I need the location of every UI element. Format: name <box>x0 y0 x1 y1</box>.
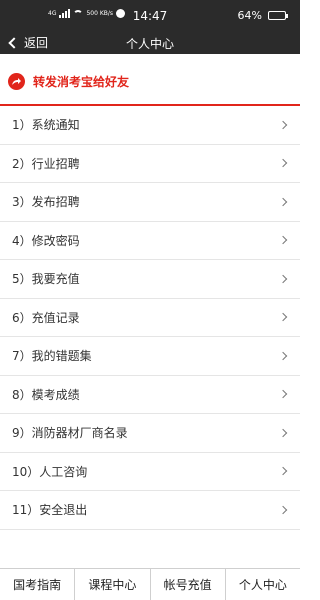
menu-item[interactable]: 6）充值记录 <box>0 299 300 337</box>
menu-item[interactable]: 1）系统通知 <box>0 106 300 145</box>
menu-item[interactable]: 9）消防器材厂商名录 <box>0 414 300 453</box>
nav-bar: 返回 个人中心 <box>0 32 300 54</box>
share-to-friends-row[interactable]: 转发消考宝给好友 <box>0 58 300 106</box>
menu-item[interactable]: 2）行业招聘 <box>0 145 300 183</box>
chevron-right-icon <box>278 159 288 168</box>
chevron-right-icon <box>278 197 288 206</box>
battery-percent: 64% <box>237 9 262 22</box>
chevron-right-icon <box>278 428 288 437</box>
menu-item-label: 2）行业招聘 <box>12 156 80 171</box>
menu-item-label: 3）发布招聘 <box>12 195 80 210</box>
menu-list: 1）系统通知 2）行业招聘 3）发布招聘 4）修改密码 5）我要充值 6）充值记录 7）我的… <box>0 106 300 530</box>
chevron-right-icon <box>278 236 288 245</box>
menu-item-label: 11）安全退出 <box>12 503 88 518</box>
menu-item-label: 9）消防器材厂商名录 <box>12 426 128 441</box>
tab-item[interactable]: 国考指南 <box>0 569 74 600</box>
menu-item[interactable]: 3）发布招聘 <box>0 183 300 222</box>
chevron-right-icon <box>278 351 288 360</box>
menu-item[interactable]: 11）安全退出 <box>0 491 300 530</box>
page-title: 个人中心 <box>125 37 174 51</box>
menu-item-label: 5）我要充值 <box>12 272 80 287</box>
menu-item[interactable]: 7）我的错题集 <box>0 337 300 376</box>
menu-item-label: 10）人工咨询 <box>12 464 88 479</box>
battery-status: 64% <box>237 9 288 22</box>
menu-item-label: 4）修改密码 <box>12 233 80 248</box>
chevron-right-icon <box>278 505 288 514</box>
bottom-tab-bar: 国考指南 课程中心 帐号充值 个人中心 <box>0 568 300 600</box>
chevron-right-icon <box>278 390 288 399</box>
share-icon <box>8 72 25 90</box>
menu-item-label: 7）我的错题集 <box>12 349 92 364</box>
chevron-right-icon <box>278 467 288 476</box>
menu-item[interactable]: 10）人工咨询 <box>0 453 300 491</box>
menu-item-label: 8）模考成绩 <box>12 387 80 402</box>
menu-item[interactable]: 4）修改密码 <box>0 222 300 260</box>
menu-item-label: 1）系统通知 <box>12 118 80 133</box>
menu-item[interactable]: 8）模考成绩 <box>0 376 300 414</box>
share-label: 转发消考宝给好友 <box>33 74 130 89</box>
chevron-right-icon <box>278 274 288 283</box>
chevron-right-icon <box>278 313 288 322</box>
menu-item[interactable]: 5）我要充值 <box>0 260 300 299</box>
chevron-right-icon <box>278 120 288 129</box>
battery-icon <box>268 11 288 20</box>
tab-item[interactable]: 个人中心 <box>224 569 300 600</box>
tab-item[interactable]: 帐号充值 <box>149 569 225 600</box>
tab-item[interactable]: 课程中心 <box>74 569 149 600</box>
menu-item-label: 6）充值记录 <box>12 310 80 325</box>
status-bar: 4G 500 KB/s 14:47 64% <box>0 0 300 32</box>
